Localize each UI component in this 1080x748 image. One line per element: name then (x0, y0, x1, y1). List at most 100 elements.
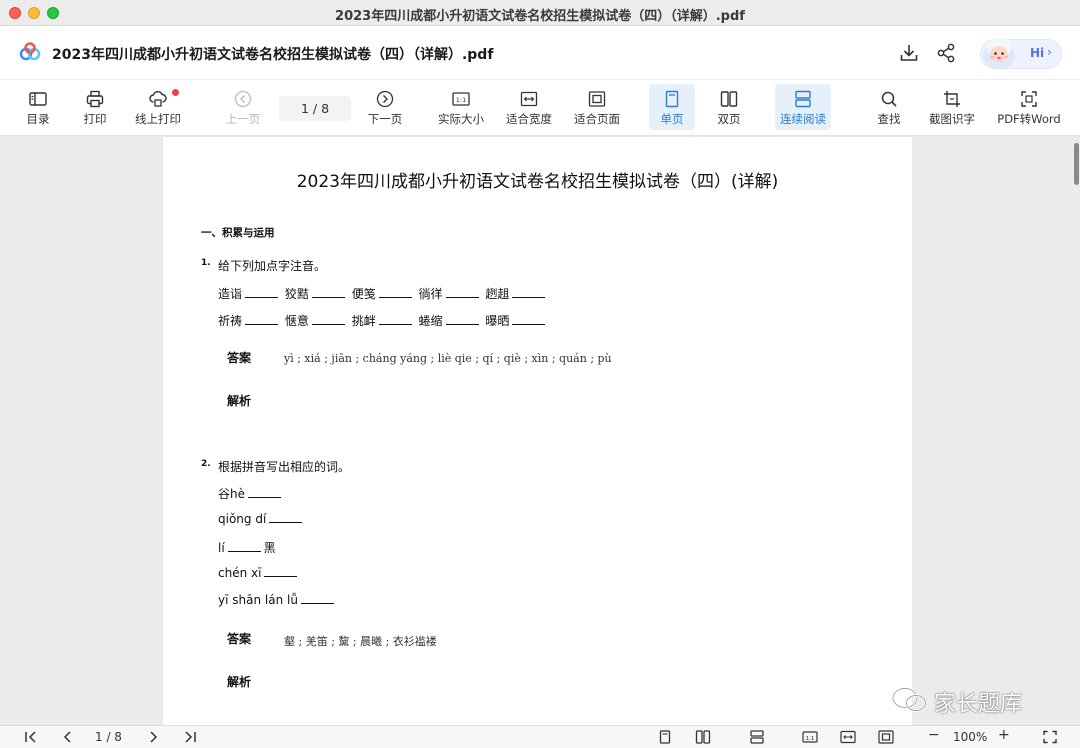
double-page-label: 双页 (717, 112, 741, 126)
ai-assistant-button[interactable]: Hi › (980, 38, 1062, 69)
crop-icon (944, 91, 960, 107)
print-label: 打印 (83, 112, 107, 126)
fit-width-label: 适合宽度 (506, 112, 552, 126)
answer-blank (378, 315, 412, 325)
sidebar-toc-icon (29, 92, 47, 106)
pinyin-row-1: 造诣 狡黠 便笺 徜徉 趔趄 (218, 285, 548, 302)
zoom-in-button[interactable]: + (998, 727, 1010, 743)
vocab-word: 造诣 (218, 287, 243, 301)
fit-width-icon[interactable] (840, 730, 856, 744)
fill-line: lí 黑 (218, 541, 276, 555)
answer-blank (269, 513, 303, 523)
actual-size-label: 实际大小 (438, 112, 484, 126)
double-page-button[interactable]: 双页 (710, 84, 748, 130)
app-header: 2023年四川成都小升初语文试卷名校招生模拟试卷（四）（详解）.pdf Hi › (0, 26, 1080, 80)
answer-label: 答案 (227, 351, 252, 365)
notification-dot (172, 89, 179, 96)
answer-blank (245, 288, 279, 298)
section-heading: 一、积累与运用 (201, 227, 275, 239)
actual-size-button[interactable]: 1:1 实际大小 (436, 84, 486, 130)
search-icon (881, 91, 897, 107)
printer-icon (86, 90, 104, 108)
answer-blank (445, 288, 479, 298)
next-page-icon[interactable] (145, 730, 161, 744)
status-bar: 1 / 8 1:1 − 100% + (0, 725, 1080, 748)
fullscreen-icon[interactable] (1042, 730, 1058, 744)
fill-line: qiǒng dí (218, 512, 305, 526)
fit-page-button[interactable]: 适合页面 (572, 84, 622, 130)
toc-button[interactable]: 目录 (20, 84, 56, 130)
answer-blank (378, 288, 412, 298)
ocr-button[interactable]: 截图识字 (926, 84, 978, 130)
question-number: 1. (201, 258, 211, 268)
single-page-icon[interactable] (657, 730, 673, 744)
assistant-avatar-icon (983, 38, 1015, 69)
double-page-icon[interactable] (695, 730, 711, 744)
chevron-right-icon: › (1047, 45, 1052, 59)
pdf-to-word-label: PDF转Word (997, 112, 1061, 126)
vocab-word: 徜徉 (418, 287, 443, 301)
vocab-word: 曝晒 (485, 314, 510, 328)
vocab-word: 挑衅 (351, 314, 376, 328)
actual-size-icon[interactable]: 1:1 (802, 730, 818, 744)
first-page-icon[interactable] (23, 730, 39, 744)
watermark-text: 家长题库 (934, 692, 1023, 717)
last-page-icon[interactable] (182, 730, 198, 744)
fill-line: 谷hè (218, 485, 284, 502)
ocr-label: 截图识字 (929, 112, 975, 126)
window-title: 2023年四川成都小升初语文试卷名校招生模拟试卷（四）（详解）.pdf (335, 9, 745, 24)
page-indicator[interactable]: 1 / 8 (95, 730, 122, 744)
analysis-label: 解析 (227, 394, 252, 408)
page-number-input[interactable]: 1 / 8 (279, 96, 351, 121)
pdf-page: 2023年四川成都小升初语文试卷名校招生模拟试卷（四）(详解) 一、积累与运用 … (163, 137, 912, 725)
answer-text: yì ; xiá ; jiān ; cháng yáng ; liè qie ;… (284, 352, 612, 365)
zoom-out-button[interactable]: − (928, 727, 940, 743)
zoom-level[interactable]: 100% (953, 730, 987, 744)
question-number: 2. (201, 459, 211, 469)
online-print-label: 线上打印 (135, 112, 181, 126)
print-button[interactable]: 打印 (77, 84, 113, 130)
next-page-button[interactable]: 下一页 (366, 84, 404, 130)
prev-page-label: 上一页 (225, 112, 261, 126)
answer-label: 答案 (227, 632, 252, 646)
assistant-label: Hi (1030, 46, 1045, 60)
fit-width-button[interactable]: 适合宽度 (504, 84, 554, 130)
continuous-read-button[interactable]: 连续阅读 (775, 84, 831, 130)
prev-page-icon[interactable] (60, 730, 76, 744)
pinyin-row-2: 祈祷 惬意 挑衅 蜷缩 曝晒 (218, 312, 548, 329)
wechat-logo-icon (891, 687, 927, 712)
vocab-word: 狡黠 (284, 287, 309, 301)
vocab-word: 惬意 (284, 314, 309, 328)
svg-text:1:1: 1:1 (456, 96, 466, 104)
fit-page-icon[interactable] (878, 730, 894, 744)
fit-page-icon (588, 91, 606, 107)
download-icon[interactable] (898, 42, 920, 64)
prev-page-button[interactable]: 上一页 (224, 84, 262, 130)
continuous-scroll-icon[interactable] (749, 730, 765, 744)
vertical-scrollbar[interactable] (1074, 143, 1079, 185)
single-page-button[interactable]: 单页 (649, 84, 695, 130)
share-icon[interactable] (935, 42, 957, 64)
chevron-left-circle-icon (234, 90, 252, 108)
toc-label: 目录 (26, 112, 50, 126)
window-titlebar: 2023年四川成都小升初语文试卷名校招生模拟试卷（四）（详解）.pdf (0, 0, 1080, 26)
continuous-scroll-icon (795, 90, 811, 108)
answer-blank (300, 594, 334, 604)
search-button[interactable]: 查找 (870, 84, 908, 130)
vocab-word: 趔趄 (485, 287, 510, 301)
single-page-icon (665, 90, 679, 108)
online-print-button[interactable]: 线上打印 (132, 84, 184, 130)
watermark: 家长题库 (890, 686, 1050, 717)
answer-blank (512, 315, 546, 325)
svg-text:1:1: 1:1 (806, 736, 815, 742)
answer-blank (311, 315, 345, 325)
pdf-to-word-button[interactable]: PDF转Word (994, 84, 1064, 130)
vocab-word: 便笺 (351, 287, 376, 301)
question-text: 根据拼音写出相应的词。 (218, 460, 351, 474)
chevron-right-circle-icon (376, 90, 394, 108)
answer-blank (445, 315, 479, 325)
question-text: 给下列加点字注音。 (218, 259, 327, 273)
document-viewer[interactable]: 2023年四川成都小升初语文试卷名校招生模拟试卷（四）(详解) 一、积累与运用 … (0, 137, 1080, 725)
answer-text: 壑 ; 羌笛 ; 黧 ; 晨曦 ; 衣衫褴褛 (284, 635, 437, 648)
convert-icon (1021, 91, 1037, 107)
